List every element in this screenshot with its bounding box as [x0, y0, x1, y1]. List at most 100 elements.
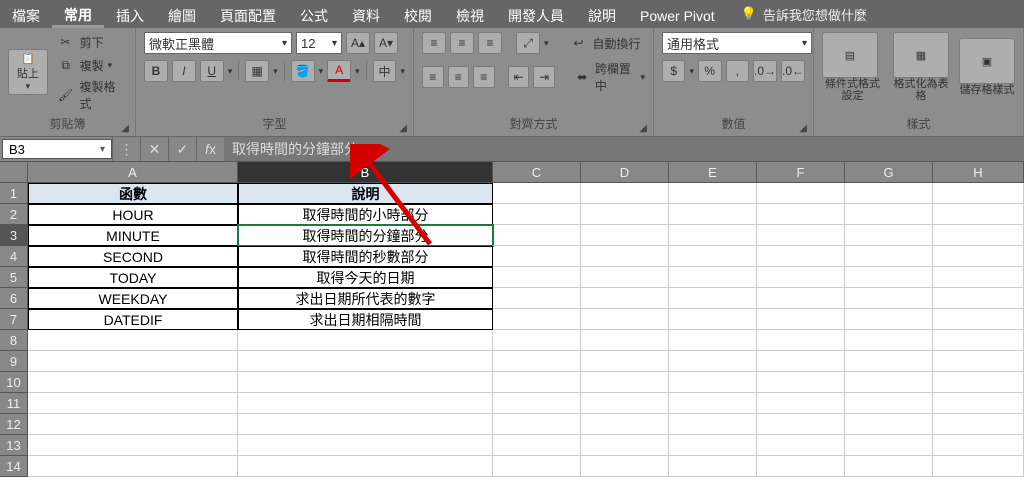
increase-font-button[interactable]: A▴ — [346, 32, 370, 54]
col-header-B[interactable]: B — [238, 162, 493, 183]
cell-C7[interactable] — [493, 309, 581, 330]
cell-G3[interactable] — [845, 225, 933, 246]
tab-home[interactable]: 常用 — [52, 0, 104, 28]
cell-C3[interactable] — [493, 225, 581, 246]
cell-G12[interactable] — [845, 414, 933, 435]
decrease-indent-button[interactable]: ⇤ — [508, 66, 530, 88]
cell-A4[interactable]: SECOND — [28, 246, 238, 267]
cell-C5[interactable] — [493, 267, 581, 288]
align-right-button[interactable]: ≡ — [473, 66, 495, 88]
conditional-formatting-button[interactable]: ▤ 條件式格式設定 — [822, 32, 883, 102]
cell-F8[interactable] — [757, 330, 845, 351]
cell-D13[interactable] — [581, 435, 669, 456]
cell-E10[interactable] — [669, 372, 757, 393]
cell-G14[interactable] — [845, 456, 933, 477]
format-painter-button[interactable]: 🖌複製格式 — [56, 78, 127, 112]
cell-H6[interactable] — [933, 288, 1024, 309]
cell-G2[interactable] — [845, 204, 933, 225]
cell-H2[interactable] — [933, 204, 1024, 225]
col-header-D[interactable]: D — [581, 162, 669, 183]
cell-C2[interactable] — [493, 204, 581, 225]
select-all-corner[interactable] — [0, 162, 28, 183]
cell-D5[interactable] — [581, 267, 669, 288]
increase-decimal-button[interactable]: .0→ — [753, 60, 777, 82]
cell-G1[interactable] — [845, 183, 933, 204]
tab-powerpivot[interactable]: Power Pivot — [628, 0, 727, 28]
cell-D12[interactable] — [581, 414, 669, 435]
cell-F6[interactable] — [757, 288, 845, 309]
tab-view[interactable]: 檢視 — [444, 0, 496, 28]
cell-E1[interactable] — [669, 183, 757, 204]
cell-F13[interactable] — [757, 435, 845, 456]
cell-F5[interactable] — [757, 267, 845, 288]
cell-A1[interactable]: 函數 — [28, 183, 238, 204]
cell-F7[interactable] — [757, 309, 845, 330]
formula-more-button[interactable]: ⋮ — [112, 137, 140, 161]
borders-button[interactable]: ▦ — [245, 60, 269, 82]
tab-help[interactable]: 說明 — [576, 0, 628, 28]
cell-F4[interactable] — [757, 246, 845, 267]
cell-F14[interactable] — [757, 456, 845, 477]
decrease-font-button[interactable]: A▾ — [374, 32, 398, 54]
cell-E9[interactable] — [669, 351, 757, 372]
row-header-5[interactable]: 5 — [0, 267, 28, 288]
col-header-G[interactable]: G — [845, 162, 933, 183]
bold-button[interactable]: B — [144, 60, 168, 82]
row-header-1[interactable]: 1 — [0, 183, 28, 204]
name-box[interactable]: B3▾ — [2, 139, 112, 159]
cell-E11[interactable] — [669, 393, 757, 414]
cell-A9[interactable] — [28, 351, 238, 372]
cell-A8[interactable] — [28, 330, 238, 351]
align-bottom-button[interactable]: ≡ — [478, 32, 502, 54]
cell-C14[interactable] — [493, 456, 581, 477]
font-color-button[interactable]: A — [327, 60, 351, 82]
row-header-7[interactable]: 7 — [0, 309, 28, 330]
col-header-C[interactable]: C — [493, 162, 581, 183]
cell-G9[interactable] — [845, 351, 933, 372]
cell-G13[interactable] — [845, 435, 933, 456]
cell-A11[interactable] — [28, 393, 238, 414]
tell-me[interactable]: 💡 告訴我您想做什麼 — [741, 0, 867, 28]
orientation-button[interactable]: ⤢ — [516, 32, 540, 54]
cell-F11[interactable] — [757, 393, 845, 414]
cell-A12[interactable] — [28, 414, 238, 435]
align-middle-button[interactable]: ≡ — [450, 32, 474, 54]
cell-G11[interactable] — [845, 393, 933, 414]
cell-G4[interactable] — [845, 246, 933, 267]
col-header-F[interactable]: F — [757, 162, 845, 183]
cancel-button[interactable]: ✕ — [140, 137, 168, 161]
tab-draw[interactable]: 繪圖 — [156, 0, 208, 28]
row-header-2[interactable]: 2 — [0, 204, 28, 225]
cell-B11[interactable] — [238, 393, 493, 414]
cell-B8[interactable] — [238, 330, 493, 351]
cell-F3[interactable] — [757, 225, 845, 246]
copy-button[interactable]: ⧉複製▾ — [56, 55, 127, 75]
italic-button[interactable]: I — [172, 60, 196, 82]
cell-G7[interactable] — [845, 309, 933, 330]
cell-C8[interactable] — [493, 330, 581, 351]
phonetic-button[interactable]: 中 — [373, 60, 397, 82]
cell-B1[interactable]: 說明 — [238, 183, 493, 204]
cell-H4[interactable] — [933, 246, 1024, 267]
row-header-11[interactable]: 11 — [0, 393, 28, 414]
row-header-3[interactable]: 3 — [0, 225, 28, 246]
font-name-combo[interactable]: 微軟正黑體▾ — [144, 32, 292, 54]
cell-D10[interactable] — [581, 372, 669, 393]
cell-A13[interactable] — [28, 435, 238, 456]
tab-page-layout[interactable]: 頁面配置 — [208, 0, 288, 28]
cell-H3[interactable] — [933, 225, 1024, 246]
cell-G5[interactable] — [845, 267, 933, 288]
cell-H5[interactable] — [933, 267, 1024, 288]
cell-D14[interactable] — [581, 456, 669, 477]
decrease-decimal-button[interactable]: .0← — [781, 60, 805, 82]
align-left-button[interactable]: ≡ — [422, 66, 444, 88]
cell-E4[interactable] — [669, 246, 757, 267]
tab-file[interactable]: 檔案 — [0, 0, 52, 28]
cell-E7[interactable] — [669, 309, 757, 330]
dialog-launcher-icon[interactable]: ◢ — [799, 123, 807, 134]
cell-F1[interactable] — [757, 183, 845, 204]
font-size-combo[interactable]: 12▾ — [296, 32, 342, 54]
row-header-9[interactable]: 9 — [0, 351, 28, 372]
cell-D8[interactable] — [581, 330, 669, 351]
cell-H11[interactable] — [933, 393, 1024, 414]
